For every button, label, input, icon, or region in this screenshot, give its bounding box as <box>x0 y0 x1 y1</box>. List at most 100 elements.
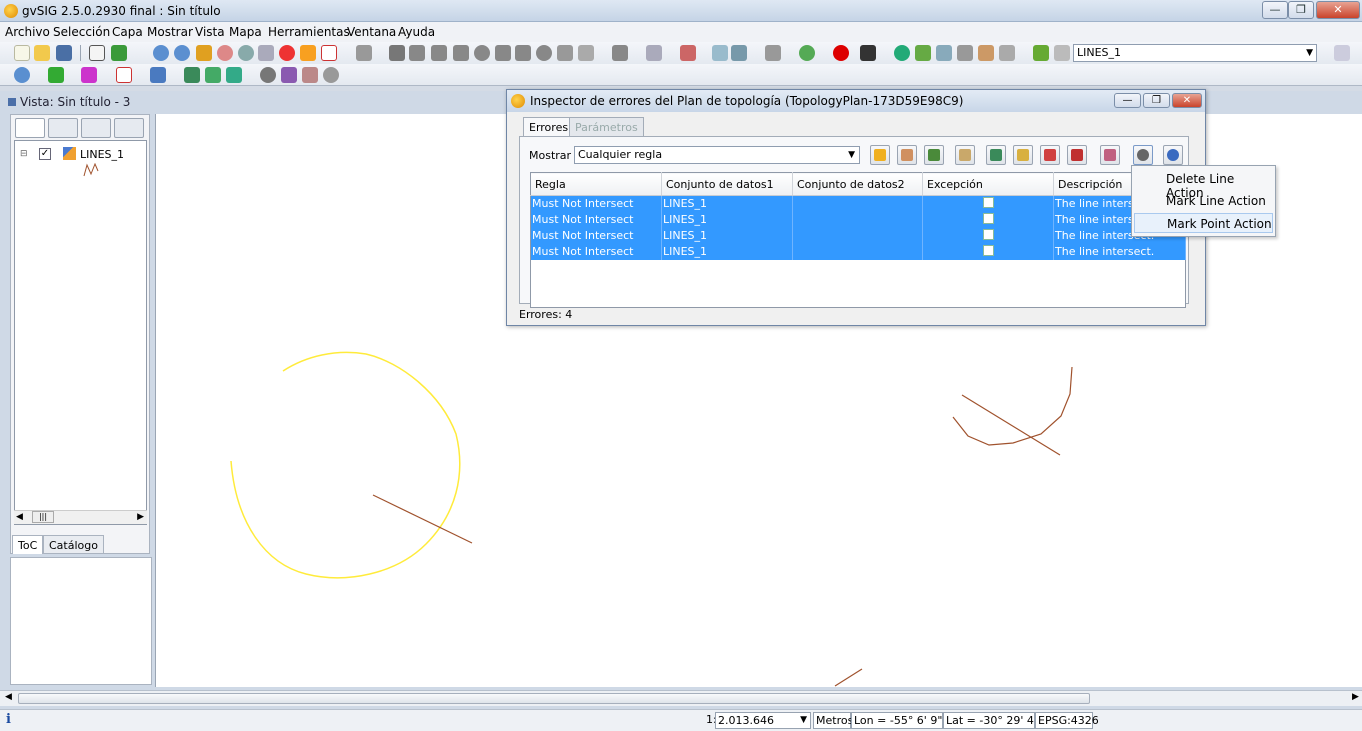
actions-menu-button[interactable] <box>1133 145 1153 165</box>
layer-visibility-checkbox[interactable]: ✓ <box>39 148 51 160</box>
import-icon[interactable] <box>978 45 994 61</box>
clear-selection-icon[interactable] <box>578 45 594 61</box>
map-horizontal-scrollbar[interactable]: ◀ ▶ <box>0 690 1362 706</box>
hyperlink-icon[interactable] <box>281 67 297 83</box>
exception-checkbox[interactable] <box>983 228 994 240</box>
toc-tab-graphics[interactable] <box>114 118 144 138</box>
scroll-left-icon[interactable]: ◀ <box>5 692 12 702</box>
pan-hand-icon[interactable] <box>89 45 105 61</box>
add-layer-icon[interactable] <box>184 67 200 83</box>
zoom-extent-icon[interactable] <box>111 45 127 61</box>
select-error-button[interactable] <box>1040 145 1060 165</box>
dialog-maximize-button[interactable]: ❐ <box>1143 93 1170 108</box>
select-pointer-icon[interactable] <box>389 45 405 61</box>
exception-checkbox[interactable] <box>983 212 994 224</box>
menu-item-mark-point-action[interactable]: Mark Point Action <box>1134 213 1273 233</box>
toolbar-overflow-icon[interactable] <box>1334 45 1350 61</box>
screen-icon[interactable] <box>999 45 1015 61</box>
frame-icon[interactable] <box>321 45 337 61</box>
exception-action-button[interactable] <box>897 145 917 165</box>
zoom-next-icon[interactable] <box>258 45 274 61</box>
table-row[interactable]: Must Not Intersect LINES_1 The line inte… <box>530 243 1186 260</box>
toc-scroll-thumb[interactable]: ||| <box>32 511 54 523</box>
print-preview-icon[interactable] <box>731 45 747 61</box>
menu-item-mark-line-action[interactable]: Mark Line Action <box>1134 191 1273 211</box>
add-point-icon[interactable] <box>81 67 97 83</box>
zoom-previous-icon[interactable] <box>238 45 254 61</box>
select-buffer-icon[interactable] <box>495 45 511 61</box>
refresh-button[interactable] <box>1163 145 1183 165</box>
map-icon[interactable] <box>915 45 931 61</box>
flash-error-button[interactable] <box>1067 145 1087 165</box>
close-button[interactable]: ✕ <box>1316 1 1360 19</box>
select-circle-icon[interactable] <box>474 45 490 61</box>
edit-layer-icon[interactable] <box>1033 45 1049 61</box>
snap-icon[interactable] <box>680 45 696 61</box>
exception-checkbox[interactable] <box>983 244 994 256</box>
toc-horizontal-scrollbar[interactable]: ◀ ||| ▶ <box>14 510 147 524</box>
collapse-icon[interactable]: ⊟ <box>20 149 28 159</box>
tab-errores[interactable]: Errores <box>523 117 575 137</box>
details-action-button[interactable] <box>955 145 975 165</box>
zoom-error-button[interactable] <box>986 145 1006 165</box>
refresh-icon[interactable] <box>936 45 952 61</box>
chat-icon[interactable] <box>957 45 973 61</box>
scroll-thumb[interactable] <box>18 693 1090 704</box>
menu-capa[interactable]: Capa <box>112 25 143 39</box>
dialog-close-button[interactable]: ✕ <box>1172 93 1202 108</box>
tab-parametros[interactable]: Parámetros <box>569 117 644 137</box>
export-icon[interactable] <box>205 67 221 83</box>
menu-archivo[interactable]: Archivo <box>5 25 50 39</box>
alert-icon[interactable] <box>833 45 849 61</box>
menu-ayuda[interactable]: Ayuda <box>398 25 435 39</box>
minimize-button[interactable]: — <box>1262 1 1288 19</box>
stop-icon[interactable] <box>765 45 781 61</box>
layers-action-button[interactable] <box>924 145 944 165</box>
measure-icon[interactable] <box>646 45 662 61</box>
maximize-button[interactable]: ❐ <box>1288 1 1314 19</box>
column-header-datos1[interactable]: Conjunto de datos1 <box>661 172 793 196</box>
zoom-out-icon[interactable] <box>174 45 190 61</box>
column-header-datos2[interactable]: Conjunto de datos2 <box>792 172 923 196</box>
select-polygon-icon[interactable] <box>431 45 447 61</box>
exception-checkbox[interactable] <box>983 196 994 208</box>
column-header-regla[interactable]: Regla <box>530 172 662 196</box>
toc-tab-data[interactable] <box>48 118 78 138</box>
save-icon[interactable] <box>56 45 72 61</box>
info-icon[interactable] <box>260 67 276 83</box>
layer-select[interactable]: LINES_1 ▼ <box>1073 44 1317 62</box>
scale-select[interactable]: 2.013.646 ▼ <box>715 712 811 729</box>
dialog-titlebar[interactable]: Inspector de errores del Plan de topolog… <box>507 90 1205 112</box>
table-row[interactable]: Must Not Intersect LINES_1 The line inte… <box>530 227 1186 244</box>
copy-icon[interactable] <box>612 45 628 61</box>
settings-gear-icon[interactable] <box>799 45 815 61</box>
menu-ventana[interactable]: Ventana <box>347 25 396 39</box>
invert-selection-icon[interactable] <box>557 45 573 61</box>
open-folder-icon[interactable] <box>34 45 50 61</box>
layer-name[interactable]: LINES_1 <box>80 148 124 161</box>
new-file-icon[interactable] <box>14 45 30 61</box>
pan-error-button[interactable] <box>1013 145 1033 165</box>
scroll-right-icon[interactable]: ▶ <box>1352 692 1359 702</box>
layers-icon[interactable] <box>196 45 212 61</box>
warning-action-button[interactable] <box>870 145 890 165</box>
menu-mostrar[interactable]: Mostrar <box>147 25 193 39</box>
select-by-layer-icon[interactable] <box>515 45 531 61</box>
toc-tab-raster[interactable] <box>81 118 111 138</box>
table-row[interactable]: Must Not Intersect LINES_1 The line inte… <box>530 195 1186 212</box>
scroll-left-icon[interactable]: ◀ <box>16 512 23 522</box>
menu-mapa[interactable]: Mapa <box>229 25 262 39</box>
pencil-edit-icon[interactable] <box>48 67 64 83</box>
measure-area-icon[interactable] <box>302 67 318 83</box>
locator-icon[interactable] <box>300 45 316 61</box>
rule-filter-select[interactable]: Cualquier regla ▼ <box>574 146 860 164</box>
table-icon[interactable] <box>356 45 372 61</box>
menu-seleccion[interactable]: Selección <box>53 25 110 39</box>
menu-vista[interactable]: Vista <box>195 25 225 39</box>
menu-herramientas[interactable]: Herramientas <box>268 25 350 39</box>
menu-item-delete-line-action[interactable]: Delete Line Action <box>1134 169 1273 200</box>
select-rect-icon[interactable] <box>409 45 425 61</box>
column-header-excepcion[interactable]: Excepción <box>922 172 1054 196</box>
select-polyline-icon[interactable] <box>453 45 469 61</box>
scroll-right-icon[interactable]: ▶ <box>137 512 144 522</box>
